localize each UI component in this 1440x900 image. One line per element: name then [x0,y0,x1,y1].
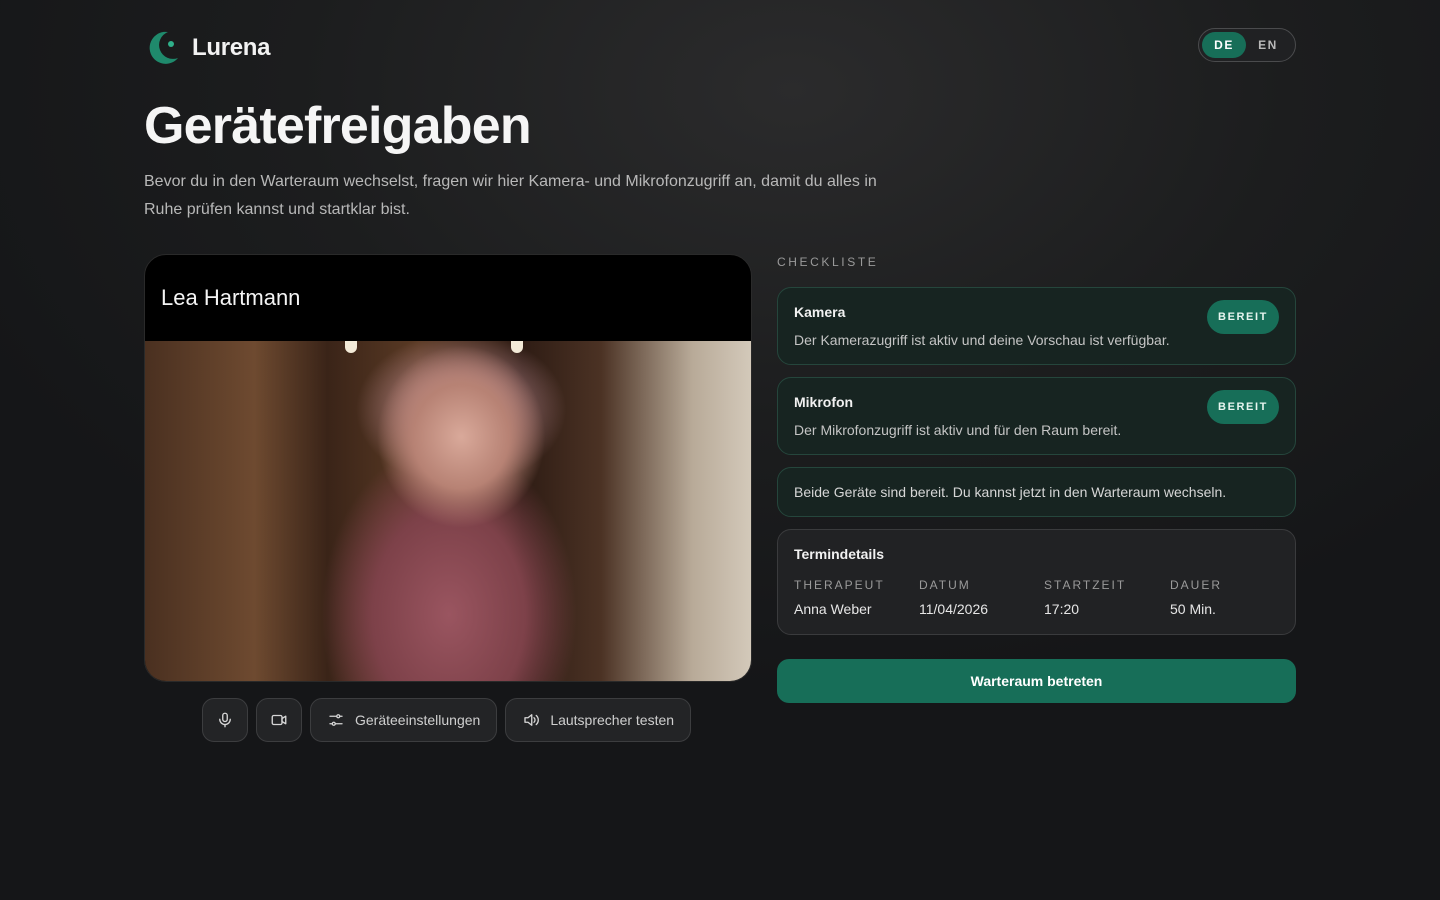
speaker-test-label: Lautsprecher testen [550,712,675,728]
lurena-logo-icon [149,31,178,64]
camera-feed-image [145,341,751,681]
checklist-item-title: Mikrofon [794,394,854,410]
brand[interactable]: Lurena [144,26,271,70]
detail-label: DATUM [919,578,971,592]
detail-duration: DAUER 50 Min. [1170,578,1222,617]
lamp-decoration [511,341,523,353]
lamp-decoration [345,341,357,353]
appointment-details: Termindetails THERAPEUT Anna Weber DATUM… [777,529,1296,635]
brand-name: Lurena [192,34,271,61]
status-badge: BEREIT [1207,300,1279,334]
microphone-button[interactable] [202,698,248,742]
detail-value: 50 Min. [1170,601,1216,617]
appointment-title: Termindetails [794,546,884,562]
detail-start-time: STARTZEIT 17:20 [1044,578,1126,617]
device-settings-button[interactable]: Geräteeinstellungen [310,698,498,742]
detail-therapist: THERAPEUT Anna Weber [794,578,885,617]
video-camera-icon [271,714,287,726]
detail-label: THERAPEUT [794,578,885,592]
detail-label: STARTZEIT [1044,578,1127,592]
header: Lurena DE EN [144,26,1296,70]
checklist-item-description: Der Kamerazugriff ist aktiv und deine Vo… [794,332,1170,348]
language-option-de[interactable]: DE [1202,32,1246,58]
speaker-test-button[interactable]: Lautsprecher testen [505,698,692,742]
detail-value: 17:20 [1044,601,1080,617]
speaker-icon [524,714,540,726]
page-title: Gerätefreigaben [144,97,532,155]
checklist-item-camera: Kamera Der Kamerazugriff ist aktiv und d… [777,287,1296,365]
video-preview: Lea Hartmann [144,254,752,682]
language-option-en[interactable]: EN [1246,32,1290,58]
checklist-heading: CHECKLISTE [777,255,879,269]
checklist-item-description: Der Mikrofonzugriff ist aktiv und für de… [794,422,1122,438]
detail-value: 11/04/2026 [919,601,989,617]
status-badge: BEREIT [1207,390,1279,424]
ready-message: Beide Geräte sind bereit. Du kannst jetz… [794,484,1227,500]
device-settings-label: Geräteeinstellungen [355,712,481,728]
checklist-item-title: Kamera [794,304,846,320]
participant-name: Lea Hartmann [161,285,301,310]
ready-message-card: Beide Geräte sind bereit. Du kannst jetz… [777,467,1296,517]
detail-label: DAUER [1170,578,1223,592]
checklist-item-microphone: Mikrofon Der Mikrofonzugriff ist aktiv u… [777,377,1296,455]
media-controls: Geräteeinstellungen Lautsprecher testen [202,698,692,742]
language-toggle[interactable]: DE EN [1198,28,1296,62]
sliders-icon [329,714,343,726]
camera-button[interactable] [256,698,302,742]
microphone-icon [219,712,231,728]
detail-value: Anna Weber [794,601,872,617]
enter-waiting-room-button[interactable]: Warteraum betreten [777,659,1296,703]
intro-text: Bevor du in den Warteraum wechselst, fra… [144,173,877,218]
detail-date: DATUM 11/04/2026 [919,578,988,617]
